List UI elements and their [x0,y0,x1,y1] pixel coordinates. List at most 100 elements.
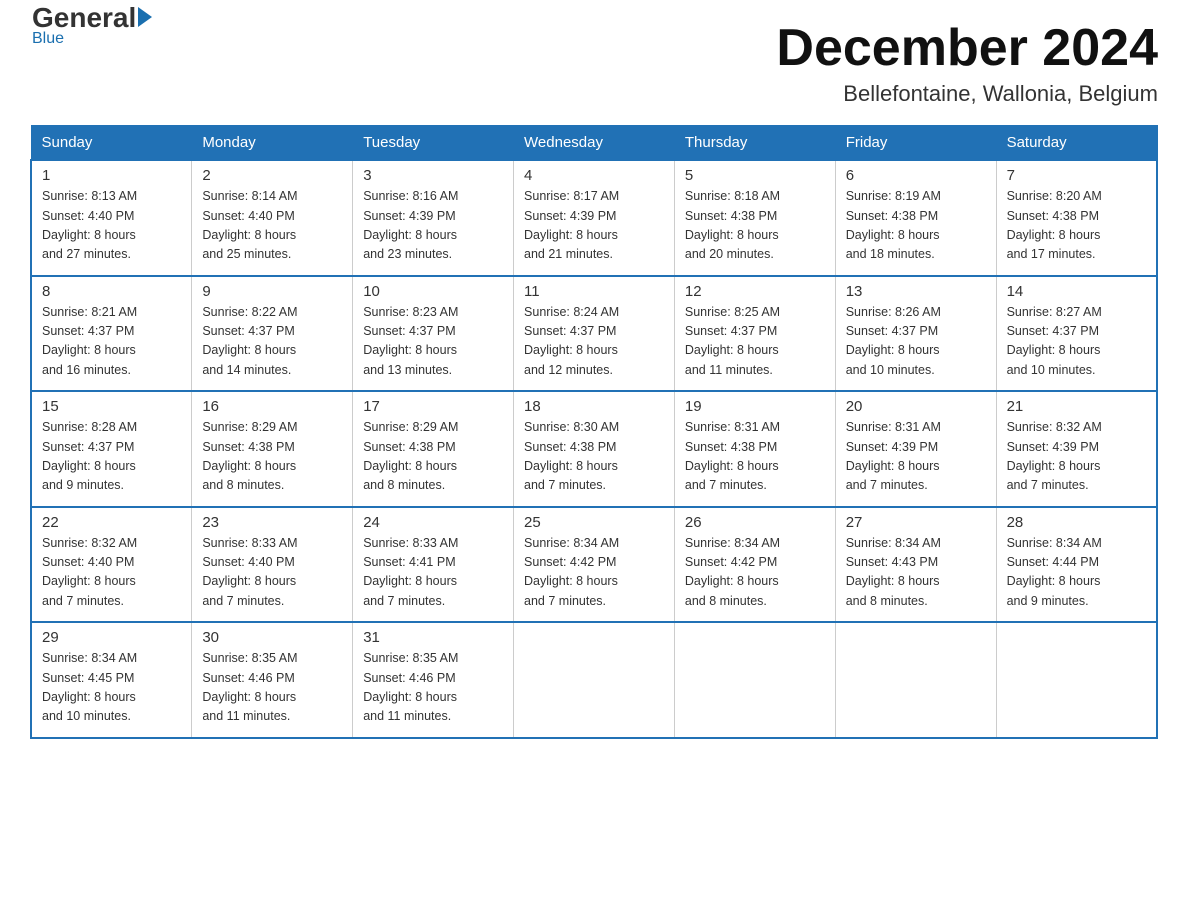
calendar-cell: 14Sunrise: 8:27 AMSunset: 4:37 PMDayligh… [996,276,1157,392]
day-info: Sunrise: 8:25 AMSunset: 4:37 PMDaylight:… [685,303,825,381]
calendar-cell: 18Sunrise: 8:30 AMSunset: 4:38 PMDayligh… [514,391,675,507]
day-info: Sunrise: 8:32 AMSunset: 4:39 PMDaylight:… [1007,418,1146,496]
month-title: December 2024 [776,20,1158,77]
week-row-4: 22 Sunrise: 8:32 AMSunset: 4:40 PMDayligh… [31,507,1157,623]
day-info: Sunrise: 8:14 AMSunset: 4:40 PMDaylight:… [202,187,342,265]
day-number: 8 [42,283,181,300]
day-info: Sunrise: 8:33 AMSunset: 4:41 PMDaylight:… [363,534,503,612]
calendar-cell: 26 Sunrise: 8:34 AMSunset: 4:42 PMDayligh… [674,507,835,623]
calendar-cell: 15 Sunrise: 8:28 AMSunset: 4:37 PMDayligh… [31,391,192,507]
calendar-table: SundayMondayTuesdayWednesdayThursdayFrid… [30,125,1158,739]
calendar-cell [674,622,835,738]
calendar-cell: 25 Sunrise: 8:34 AMSunset: 4:42 PMDayligh… [514,507,675,623]
day-info: Sunrise: 8:21 AMSunset: 4:37 PMDaylight:… [42,303,181,381]
day-number: 9 [202,283,342,300]
day-info: Sunrise: 8:26 AMSunset: 4:37 PMDaylight:… [846,303,986,381]
logo-blue-text: Blue [32,30,64,48]
calendar-cell: 27 Sunrise: 8:34 AMSunset: 4:43 PMDayligh… [835,507,996,623]
calendar-cell: 31Sunrise: 8:35 AMSunset: 4:46 PMDayligh… [353,622,514,738]
day-number: 11 [524,283,664,300]
day-number: 25 [524,514,664,531]
col-header-thursday: Thursday [674,126,835,161]
day-info: Sunrise: 8:34 AMSunset: 4:43 PMDaylight:… [846,534,986,612]
day-info: Sunrise: 8:34 AMSunset: 4:42 PMDaylight:… [685,534,825,612]
calendar-cell: 24 Sunrise: 8:33 AMSunset: 4:41 PMDayligh… [353,507,514,623]
day-number: 2 [202,167,342,184]
week-row-5: 29 Sunrise: 8:34 AMSunset: 4:45 PMDayligh… [31,622,1157,738]
calendar-cell: 10Sunrise: 8:23 AMSunset: 4:37 PMDayligh… [353,276,514,392]
day-number: 7 [1007,167,1146,184]
day-number: 22 [42,514,181,531]
day-number: 14 [1007,283,1146,300]
calendar-cell: 12 Sunrise: 8:25 AMSunset: 4:37 PMDayligh… [674,276,835,392]
calendar-cell: 11 Sunrise: 8:24 AMSunset: 4:37 PMDayligh… [514,276,675,392]
day-number: 21 [1007,398,1146,415]
day-number: 12 [685,283,825,300]
col-header-saturday: Saturday [996,126,1157,161]
logo: General General Blue [30,20,152,48]
day-info: Sunrise: 8:34 AMSunset: 4:42 PMDaylight:… [524,534,664,612]
calendar-cell [835,622,996,738]
day-number: 24 [363,514,503,531]
calendar-cell: 3 Sunrise: 8:16 AMSunset: 4:39 PMDaylight… [353,160,514,276]
calendar-cell: 5Sunrise: 8:18 AMSunset: 4:38 PMDaylight… [674,160,835,276]
week-row-2: 8 Sunrise: 8:21 AMSunset: 4:37 PMDaylight… [31,276,1157,392]
day-info: Sunrise: 8:33 AMSunset: 4:40 PMDaylight:… [202,534,342,612]
day-info: Sunrise: 8:20 AMSunset: 4:38 PMDaylight:… [1007,187,1146,265]
day-number: 27 [846,514,986,531]
calendar-cell: 7 Sunrise: 8:20 AMSunset: 4:38 PMDaylight… [996,160,1157,276]
calendar-cell: 23 Sunrise: 8:33 AMSunset: 4:40 PMDayligh… [192,507,353,623]
logo-arrow-icon [138,7,152,27]
day-number: 15 [42,398,181,415]
day-info: Sunrise: 8:34 AMSunset: 4:45 PMDaylight:… [42,649,181,727]
day-info: Sunrise: 8:24 AMSunset: 4:37 PMDaylight:… [524,303,664,381]
calendar-cell: 2 Sunrise: 8:14 AMSunset: 4:40 PMDaylight… [192,160,353,276]
day-info: Sunrise: 8:28 AMSunset: 4:37 PMDaylight:… [42,418,181,496]
calendar-cell [996,622,1157,738]
calendar-cell: 8 Sunrise: 8:21 AMSunset: 4:37 PMDaylight… [31,276,192,392]
day-info: Sunrise: 8:31 AMSunset: 4:38 PMDaylight:… [685,418,825,496]
calendar-header-row: SundayMondayTuesdayWednesdayThursdayFrid… [31,126,1157,161]
day-number: 13 [846,283,986,300]
day-number: 17 [363,398,503,415]
day-info: Sunrise: 8:29 AMSunset: 4:38 PMDaylight:… [363,418,503,496]
day-info: Sunrise: 8:31 AMSunset: 4:39 PMDaylight:… [846,418,986,496]
day-info: Sunrise: 8:35 AMSunset: 4:46 PMDaylight:… [202,649,342,727]
day-number: 16 [202,398,342,415]
week-row-1: 1 Sunrise: 8:13 AMSunset: 4:40 PMDaylight… [31,160,1157,276]
day-number: 26 [685,514,825,531]
day-number: 23 [202,514,342,531]
day-info: Sunrise: 8:22 AMSunset: 4:37 PMDaylight:… [202,303,342,381]
day-number: 19 [685,398,825,415]
col-header-wednesday: Wednesday [514,126,675,161]
location-text: Bellefontaine, Wallonia, Belgium [776,81,1158,107]
col-header-tuesday: Tuesday [353,126,514,161]
day-info: Sunrise: 8:32 AMSunset: 4:40 PMDaylight:… [42,534,181,612]
day-info: Sunrise: 8:18 AMSunset: 4:38 PMDaylight:… [685,187,825,265]
calendar-cell: 17 Sunrise: 8:29 AMSunset: 4:38 PMDayligh… [353,391,514,507]
day-number: 1 [42,167,181,184]
calendar-cell: 20 Sunrise: 8:31 AMSunset: 4:39 PMDayligh… [835,391,996,507]
day-number: 3 [363,167,503,184]
day-info: Sunrise: 8:13 AMSunset: 4:40 PMDaylight:… [42,187,181,265]
calendar-cell: 29 Sunrise: 8:34 AMSunset: 4:45 PMDayligh… [31,622,192,738]
day-number: 6 [846,167,986,184]
day-number: 20 [846,398,986,415]
calendar-cell: 16Sunrise: 8:29 AMSunset: 4:38 PMDayligh… [192,391,353,507]
calendar-cell: 19 Sunrise: 8:31 AMSunset: 4:38 PMDayligh… [674,391,835,507]
page-header: General General Blue December 2024 Belle… [30,20,1158,107]
day-number: 28 [1007,514,1146,531]
calendar-cell: 1 Sunrise: 8:13 AMSunset: 4:40 PMDaylight… [31,160,192,276]
calendar-cell: 6Sunrise: 8:19 AMSunset: 4:38 PMDaylight… [835,160,996,276]
day-info: Sunrise: 8:30 AMSunset: 4:38 PMDaylight:… [524,418,664,496]
calendar-cell: 4Sunrise: 8:17 AMSunset: 4:39 PMDaylight… [514,160,675,276]
day-info: Sunrise: 8:35 AMSunset: 4:46 PMDaylight:… [363,649,503,727]
calendar-cell: 21 Sunrise: 8:32 AMSunset: 4:39 PMDayligh… [996,391,1157,507]
calendar-cell: 9 Sunrise: 8:22 AMSunset: 4:37 PMDaylight… [192,276,353,392]
day-info: Sunrise: 8:16 AMSunset: 4:39 PMDaylight:… [363,187,503,265]
day-number: 10 [363,283,503,300]
calendar-cell: 30Sunrise: 8:35 AMSunset: 4:46 PMDayligh… [192,622,353,738]
day-number: 29 [42,629,181,646]
day-info: Sunrise: 8:34 AMSunset: 4:44 PMDaylight:… [1007,534,1146,612]
day-info: Sunrise: 8:17 AMSunset: 4:39 PMDaylight:… [524,187,664,265]
